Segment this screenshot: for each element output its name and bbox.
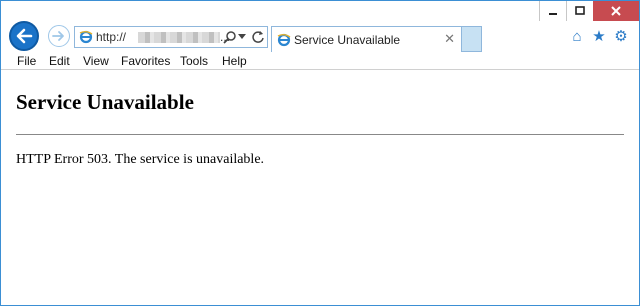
menu-edit[interactable]: Edit (49, 54, 70, 68)
browser-chrome: http:// ... Service Unavailable ✕ ⌂ ★ ⚙ (1, 1, 639, 53)
menu-help[interactable]: Help (222, 54, 247, 68)
minimize-icon (549, 13, 557, 15)
tab-title: Service Unavailable (294, 33, 401, 47)
ie-page-icon (277, 33, 291, 47)
new-tab-button[interactable] (462, 26, 482, 52)
address-url: http:// (96, 30, 127, 44)
tab-close-icon[interactable]: ✕ (444, 31, 455, 47)
gear-icon[interactable]: ⚙ (613, 28, 629, 44)
search-icon[interactable] (223, 30, 237, 44)
ie-page-icon (79, 30, 93, 44)
maximize-button[interactable] (566, 1, 593, 21)
menu-file[interactable]: File (17, 54, 36, 68)
menu-tools[interactable]: Tools (180, 54, 208, 68)
back-arrow-icon (16, 28, 33, 44)
menu-bar: File Edit View Favorites Tools Help (1, 52, 639, 70)
minimize-button[interactable] (539, 1, 566, 21)
menu-favorites[interactable]: Favorites (121, 54, 170, 68)
home-icon[interactable]: ⌂ (569, 28, 585, 44)
window-caption-buttons (539, 1, 639, 21)
menu-view[interactable]: View (83, 54, 109, 68)
page-content: Service Unavailable HTTP Error 503. The … (1, 70, 639, 304)
page-title: Service Unavailable (16, 90, 194, 114)
maximize-icon (575, 6, 585, 15)
back-button[interactable] (9, 21, 39, 51)
close-window-button[interactable] (593, 1, 639, 21)
forward-arrow-icon (52, 31, 64, 41)
refresh-icon[interactable] (251, 30, 265, 44)
address-url-redacted (138, 32, 220, 43)
browser-toolbar-icons: ⌂ ★ ⚙ (569, 28, 629, 44)
tab-service-unavailable[interactable]: Service Unavailable ✕ (271, 26, 462, 52)
error-message: HTTP Error 503. The service is unavailab… (16, 152, 265, 167)
star-icon[interactable]: ★ (591, 28, 607, 44)
address-bar[interactable]: http:// ... (74, 26, 268, 48)
chevron-down-icon[interactable] (238, 34, 246, 40)
divider (16, 134, 624, 135)
forward-button[interactable] (48, 25, 70, 47)
close-icon (611, 6, 621, 16)
